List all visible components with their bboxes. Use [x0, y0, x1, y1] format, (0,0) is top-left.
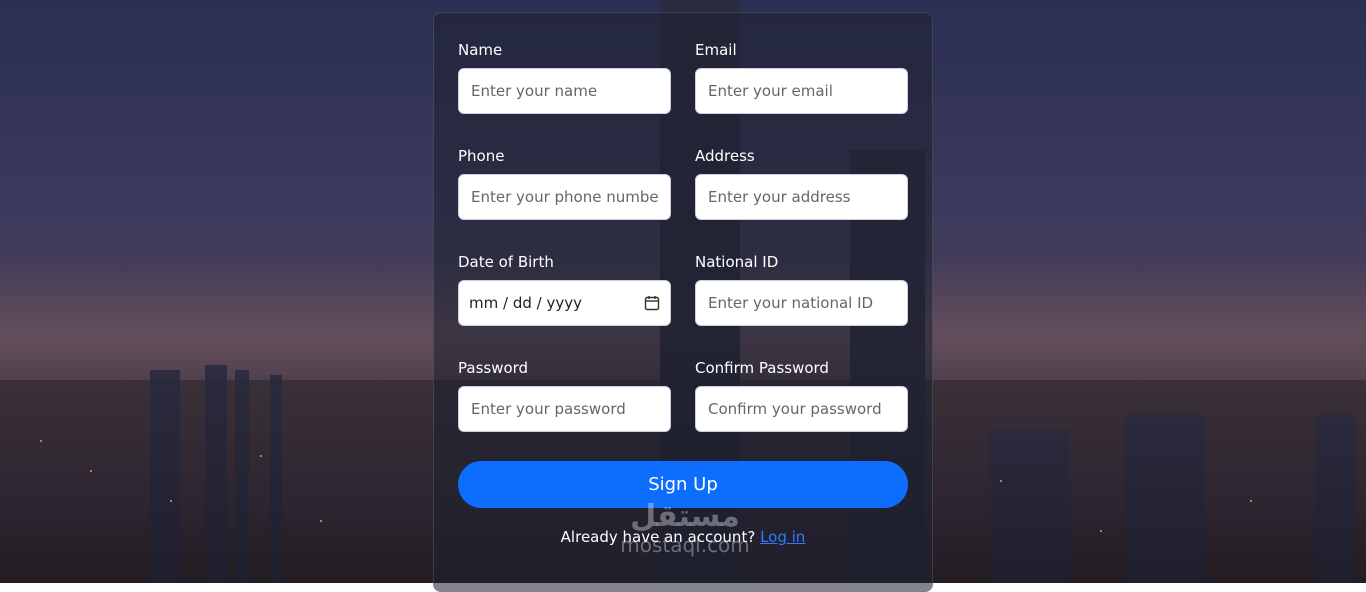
- confirm-password-field: Confirm Password: [695, 359, 908, 432]
- city-light: [1000, 480, 1002, 482]
- confirm-password-label: Confirm Password: [695, 359, 829, 377]
- address-input-box[interactable]: [695, 174, 908, 220]
- phone-input-box[interactable]: [458, 174, 671, 220]
- email-input[interactable]: [706, 81, 897, 101]
- confirm-password-input-box[interactable]: [695, 386, 908, 432]
- dob-label: Date of Birth: [458, 253, 554, 271]
- phone-field: Phone: [458, 147, 671, 220]
- password-label: Password: [458, 359, 529, 377]
- address-label: Address: [695, 147, 755, 165]
- city-light: [320, 520, 322, 522]
- password-field: Password: [458, 359, 671, 432]
- calendar-icon[interactable]: [644, 295, 660, 311]
- password-input[interactable]: [469, 399, 660, 419]
- national-id-input[interactable]: [706, 293, 897, 313]
- right-tower-4: [1315, 415, 1355, 583]
- email-label: Email: [695, 41, 737, 59]
- email-input-box[interactable]: [695, 68, 908, 114]
- email-field: Email: [695, 41, 908, 114]
- name-input-box[interactable]: [458, 68, 671, 114]
- national-id-label: National ID: [695, 253, 779, 271]
- left-tower-3: [235, 370, 249, 583]
- name-input[interactable]: [469, 81, 660, 101]
- left-tower-2: [205, 365, 227, 583]
- dob-input[interactable]: mm / dd / yyyy: [458, 280, 671, 326]
- city-light: [260, 455, 262, 457]
- address-field: Address: [695, 147, 908, 220]
- phone-label: Phone: [458, 147, 505, 165]
- city-light: [90, 470, 92, 472]
- watermark-logo: مستقل: [630, 499, 740, 534]
- name-label: Name: [458, 41, 503, 59]
- right-tower-3: [990, 430, 1070, 583]
- confirm-password-input[interactable]: [706, 399, 897, 419]
- left-tower-4: [270, 375, 282, 583]
- watermark: مستقل mostaql.com: [600, 499, 770, 557]
- national-id-input-box[interactable]: [695, 280, 908, 326]
- name-field: Name: [458, 41, 671, 114]
- password-input-box[interactable]: [458, 386, 671, 432]
- city-light: [1250, 500, 1252, 502]
- dob-value: mm / dd / yyyy: [469, 294, 582, 312]
- city-light: [1100, 530, 1102, 532]
- phone-input[interactable]: [469, 187, 660, 207]
- city-light: [170, 500, 172, 502]
- city-light: [40, 440, 42, 442]
- address-input[interactable]: [706, 187, 897, 207]
- watermark-site: mostaql.com: [620, 533, 750, 557]
- national-id-field: National ID: [695, 253, 908, 326]
- dob-field: Date of Birth mm / dd / yyyy: [458, 253, 671, 326]
- right-tower-2: [1125, 415, 1205, 583]
- left-tower-1: [150, 370, 180, 583]
